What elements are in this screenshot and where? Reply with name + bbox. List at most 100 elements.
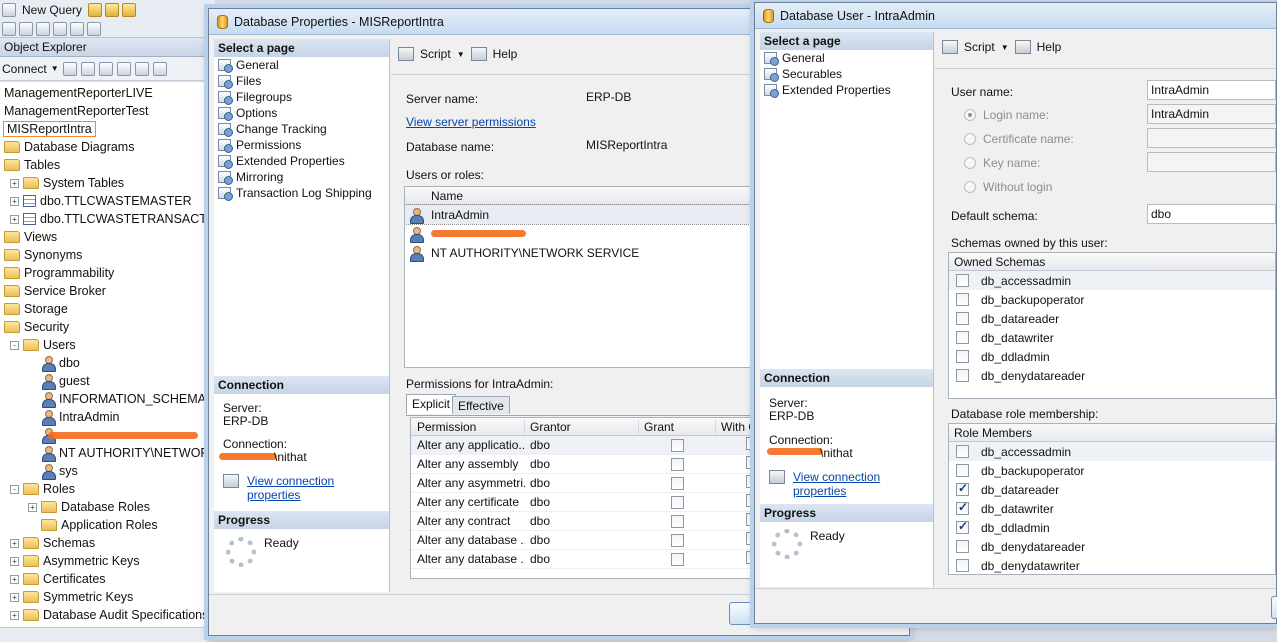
tree-node[interactable]: Security xyxy=(4,318,69,336)
tree-node[interactable]: Tables xyxy=(4,156,60,174)
page-item-transaction-log-shipping[interactable]: Transaction Log Shipping xyxy=(214,185,389,201)
help-button[interactable]: Help xyxy=(1037,40,1062,54)
expand-icon[interactable]: + xyxy=(28,502,37,512)
script-dropdown-icon[interactable]: ▼ xyxy=(457,50,465,59)
uncomment-icon[interactable] xyxy=(53,21,67,36)
key-name-field[interactable] xyxy=(1147,152,1276,172)
grant-checkbox[interactable] xyxy=(671,514,684,528)
checklist-row[interactable]: db_accessadmin xyxy=(949,271,1275,290)
help-button[interactable]: Help xyxy=(493,47,518,61)
checklist-row[interactable]: db_datawriter xyxy=(949,328,1275,347)
member-checkbox[interactable] xyxy=(956,331,969,344)
owned-schemas-header[interactable]: Owned Schemas xyxy=(949,253,1275,271)
login-name-radio[interactable] xyxy=(964,109,976,121)
member-checkbox[interactable] xyxy=(956,464,969,477)
page-item-mirroring[interactable]: Mirroring xyxy=(214,169,389,185)
page-item-securables[interactable]: Securables xyxy=(760,66,933,82)
expand-icon[interactable]: + xyxy=(10,214,19,224)
tree-node[interactable]: Synonyms xyxy=(4,246,82,264)
checklist-row[interactable]: db_datareader xyxy=(949,480,1275,499)
member-checkbox[interactable] xyxy=(956,540,969,553)
connect-engine-icon[interactable] xyxy=(62,61,77,76)
member-checkbox[interactable] xyxy=(956,519,969,534)
tree-node[interactable]: dbo xyxy=(28,354,80,372)
page-item-permissions[interactable]: Permissions xyxy=(214,137,389,153)
tree-node[interactable]: Views xyxy=(4,228,57,246)
page-item-extended-properties[interactable]: Extended Properties xyxy=(760,82,933,98)
member-checkbox[interactable] xyxy=(956,274,969,287)
tree-node[interactable]: sys xyxy=(28,462,78,480)
grant-checkbox[interactable] xyxy=(671,533,684,547)
grant-checkbox[interactable] xyxy=(671,476,684,490)
expand-icon[interactable]: + xyxy=(10,178,19,188)
certificate-name-field[interactable] xyxy=(1147,128,1276,148)
grant-checkbox[interactable] xyxy=(671,457,684,471)
checklist-row[interactable]: db_ddladmin xyxy=(949,518,1275,537)
connect-dropdown-icon[interactable]: ▼ xyxy=(51,64,59,73)
database-engine-query-icon[interactable] xyxy=(105,2,120,17)
checklist-row[interactable]: db_denydatawriter xyxy=(949,556,1275,574)
analysis-query-icon[interactable] xyxy=(122,2,137,17)
filter-icon[interactable] xyxy=(116,61,131,76)
member-checkbox[interactable] xyxy=(956,559,969,572)
expand-icon[interactable]: + xyxy=(10,538,19,548)
tree-node[interactable]: + Symmetric Keys xyxy=(10,588,133,606)
tree-node[interactable]: + Certificates xyxy=(10,570,106,588)
users-name-column[interactable]: Name xyxy=(431,189,463,203)
align-left-icon[interactable] xyxy=(70,21,84,36)
page-item-extended-properties[interactable]: Extended Properties xyxy=(214,153,389,169)
page-item-general[interactable]: General xyxy=(214,57,389,73)
script-button[interactable]: Script xyxy=(420,47,451,61)
tree-node[interactable]: + dbo.TTLCWASTEMASTER xyxy=(10,192,192,210)
checklist-row[interactable]: db_ddladmin xyxy=(949,347,1275,366)
tree-node[interactable]: ManagementReporterTest xyxy=(4,102,149,120)
stop-icon[interactable] xyxy=(98,61,113,76)
refresh-icon[interactable] xyxy=(134,61,149,76)
collapse-icon[interactable]: - xyxy=(10,340,19,350)
user-name-field[interactable]: IntraAdmin xyxy=(1147,80,1276,100)
permission-column[interactable]: Permission xyxy=(411,419,525,434)
checklist-row[interactable]: db_datawriter xyxy=(949,499,1275,518)
with-grant-column[interactable]: With G xyxy=(716,420,758,434)
tree-node[interactable]: + System Tables xyxy=(10,174,124,192)
expand-icon[interactable]: + xyxy=(10,610,19,620)
checklist-row[interactable]: db_backupoperator xyxy=(949,461,1275,480)
collapse-icon[interactable]: - xyxy=(10,484,19,494)
script-dropdown-icon[interactable]: ▼ xyxy=(1001,43,1009,52)
checklist-row[interactable]: db_datareader xyxy=(949,309,1275,328)
member-checkbox[interactable] xyxy=(956,312,969,325)
tree-node[interactable]: + Database Roles xyxy=(28,498,150,516)
default-schema-field[interactable]: dbo xyxy=(1147,204,1276,224)
member-checkbox[interactable] xyxy=(956,293,969,306)
without-login-radio[interactable] xyxy=(964,181,976,193)
grantor-column[interactable]: Grantor xyxy=(525,419,639,434)
checklist-row[interactable]: db_accessadmin xyxy=(949,442,1275,461)
comment-icon[interactable] xyxy=(36,21,50,36)
tree-node[interactable]: - Users xyxy=(10,336,76,354)
new-query-button[interactable]: New Query xyxy=(19,3,85,17)
disconnect-icon[interactable] xyxy=(80,61,95,76)
page-item-general[interactable]: General xyxy=(760,50,933,66)
database-user-titlebar[interactable]: Database User - IntraAdmin xyxy=(755,3,1276,29)
tree-node[interactable]: Programmability xyxy=(4,264,114,282)
tree-node[interactable]: + Schemas xyxy=(10,534,95,552)
member-checkbox[interactable] xyxy=(956,481,969,496)
tab-effective[interactable]: Effective xyxy=(452,396,510,414)
tree-node[interactable]: guest xyxy=(28,372,90,390)
tree-node[interactable]: - Roles xyxy=(10,480,75,498)
ok-button[interactable] xyxy=(1271,596,1277,619)
grant-checkbox[interactable] xyxy=(671,438,684,452)
page-item-files[interactable]: Files xyxy=(214,73,389,89)
object-explorer-tree[interactable]: ManagementReporterLIVE ManagementReporter… xyxy=(0,82,207,627)
page-item-filegroups[interactable]: Filegroups xyxy=(214,89,389,105)
certificate-name-radio[interactable] xyxy=(964,133,976,145)
tree-node[interactable]: NT AUTHORITY\NETWORK SERVICE xyxy=(28,444,207,462)
expand-icon[interactable]: + xyxy=(10,556,19,566)
member-checkbox[interactable] xyxy=(956,350,969,363)
grant-column[interactable]: Grant xyxy=(639,419,716,434)
role-members-header[interactable]: Role Members xyxy=(949,424,1275,442)
tab-explicit[interactable]: Explicit xyxy=(406,394,457,414)
script-button[interactable]: Script xyxy=(964,40,995,54)
member-checkbox[interactable] xyxy=(956,445,969,458)
grant-checkbox[interactable] xyxy=(671,495,684,509)
